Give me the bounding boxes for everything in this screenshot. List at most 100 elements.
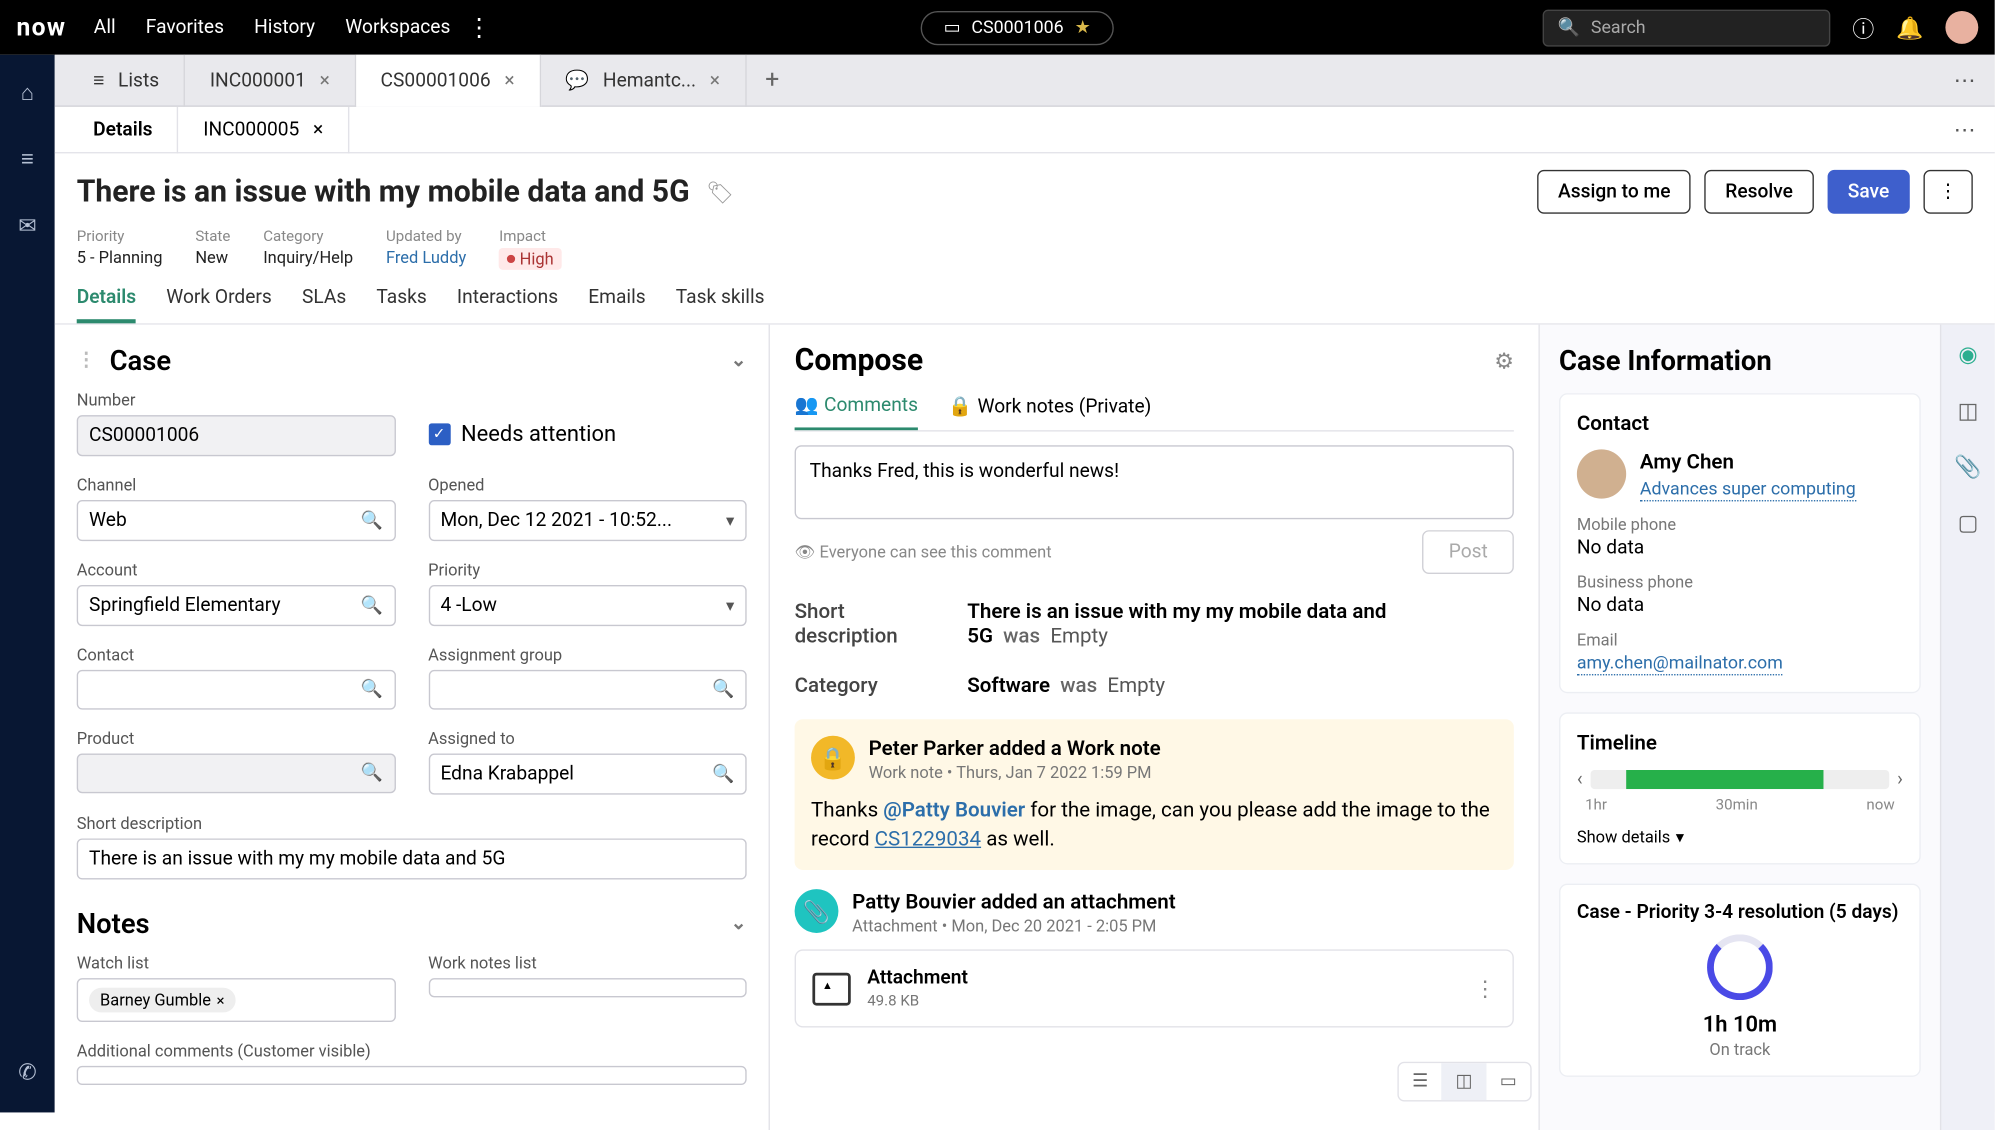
- star-icon[interactable]: ★: [1075, 17, 1091, 38]
- channel-input[interactable]: Web🔍: [77, 500, 396, 541]
- close-icon[interactable]: ×: [504, 69, 514, 91]
- logo[interactable]: now: [16, 13, 66, 42]
- attachment-card[interactable]: Attachment 49.8 KB ⋮: [795, 949, 1514, 1027]
- contact-avatar[interactable]: [1577, 449, 1626, 498]
- resolve-button[interactable]: Resolve: [1705, 170, 1814, 214]
- search-input[interactable]: 🔍 Search: [1543, 9, 1831, 46]
- lookup-icon[interactable]: 🔍: [361, 510, 383, 531]
- record-link[interactable]: CS1229034: [875, 826, 981, 851]
- contact-name[interactable]: Amy Chen: [1640, 449, 1856, 474]
- compose-tab-work-notes[interactable]: 🔒Work notes (Private): [948, 395, 1151, 431]
- contact-input[interactable]: 🔍: [77, 670, 396, 710]
- close-icon[interactable]: ×: [710, 69, 720, 91]
- notes-section-head[interactable]: Notes ⌄: [77, 907, 747, 940]
- show-details-button[interactable]: Show details ▾: [1577, 827, 1903, 846]
- breadcrumb-text: CS0001006: [971, 17, 1063, 38]
- account-input[interactable]: Springfield Elementary🔍: [77, 585, 396, 626]
- mention-link[interactable]: @Patty Bouvier: [883, 797, 1025, 822]
- subtab-label: Details: [93, 119, 152, 141]
- close-icon[interactable]: ×: [313, 119, 323, 141]
- rtab-task-skills[interactable]: Task skills: [676, 286, 765, 323]
- contact-company-link[interactable]: Advances super computing: [1640, 480, 1856, 502]
- panel-icon[interactable]: ◫: [1958, 397, 1979, 423]
- chip-remove-icon[interactable]: ×: [216, 991, 224, 1009]
- record-body: ⋮ Case ⌄ Number CS00001006 ✓ Needs atten…: [55, 325, 1995, 1130]
- subtab-details[interactable]: Details: [69, 106, 179, 153]
- view-split-icon[interactable]: ◫: [1442, 1063, 1486, 1100]
- tab-add-button[interactable]: +: [746, 66, 798, 95]
- tag-icon[interactable]: 🏷: [706, 179, 734, 205]
- chevron-down-icon[interactable]: ▾: [726, 511, 734, 530]
- compose-tab-comments[interactable]: 👥Comments: [795, 395, 918, 431]
- user-avatar[interactable]: [1945, 11, 1978, 44]
- assigned-to-input[interactable]: Edna Krabappel🔍: [428, 754, 747, 795]
- agent-assist-icon[interactable]: ◉: [1958, 341, 1977, 367]
- chevron-down-icon[interactable]: ▾: [726, 596, 734, 615]
- view-list-icon[interactable]: ☰: [1398, 1063, 1441, 1100]
- help-icon[interactable]: ⓘ: [1852, 11, 1874, 44]
- tab-more-icon[interactable]: ⋯: [1934, 67, 1994, 93]
- attachment-icon[interactable]: 📎: [1954, 453, 1981, 479]
- subtab-inc000005[interactable]: INC000005 ×: [179, 106, 350, 153]
- email-link[interactable]: amy.chen@mailnator.com: [1577, 653, 1783, 675]
- work-notes-list-input[interactable]: [428, 978, 747, 997]
- post-button[interactable]: Post: [1423, 530, 1514, 574]
- tab-hemantc[interactable]: 💬 Hemantc... ×: [541, 54, 746, 106]
- subtab-more-icon[interactable]: ⋯: [1934, 116, 1994, 142]
- lookup-icon[interactable]: 🔍: [361, 680, 383, 701]
- priority-input[interactable]: 4 -Low▾: [428, 585, 747, 626]
- breadcrumb-pill[interactable]: ▭ CS0001006 ★: [920, 10, 1114, 44]
- nav-history[interactable]: History: [254, 16, 315, 38]
- top-nav: All Favorites History Workspaces: [94, 16, 451, 38]
- view-full-icon[interactable]: ▭: [1486, 1063, 1530, 1100]
- nav-all[interactable]: All: [94, 16, 116, 38]
- rtab-emails[interactable]: Emails: [588, 286, 645, 323]
- lookup-icon[interactable]: 🔍: [361, 763, 383, 784]
- rtab-work-orders[interactable]: Work Orders: [166, 286, 272, 323]
- product-input[interactable]: 🔍: [77, 754, 396, 794]
- assign-to-me-button[interactable]: Assign to me: [1537, 170, 1691, 214]
- chat-icon: 💬: [565, 69, 589, 91]
- short-description-input[interactable]: There is an issue with my my mobile data…: [77, 838, 747, 879]
- drag-icon[interactable]: ⋮: [77, 349, 96, 371]
- chevron-down-icon[interactable]: ⌄: [731, 349, 747, 371]
- attachment-more-icon[interactable]: ⋮: [1474, 975, 1496, 1001]
- rtab-details[interactable]: Details: [77, 286, 136, 323]
- tab-inc000001[interactable]: INC000001 ×: [185, 54, 356, 106]
- needs-attention-checkbox[interactable]: ✓: [428, 423, 450, 445]
- opened-input[interactable]: Mon, Dec 12 2021 - 10:52...▾: [428, 500, 747, 541]
- assignment-group-input[interactable]: 🔍: [428, 670, 747, 710]
- nav-workspaces[interactable]: Workspaces: [345, 16, 450, 38]
- bell-icon[interactable]: 🔔: [1896, 14, 1923, 40]
- template-icon[interactable]: ▢: [1958, 510, 1979, 536]
- timeline-bar[interactable]: [1591, 770, 1889, 789]
- lookup-icon[interactable]: 🔍: [361, 595, 383, 616]
- home-icon[interactable]: ⌂: [14, 79, 41, 106]
- tab-cs00001006[interactable]: CS00001006 ×: [356, 54, 541, 106]
- nav-more-icon[interactable]: ⋮: [467, 13, 492, 42]
- compose-settings-icon[interactable]: ⚙: [1494, 348, 1514, 374]
- compose-textarea[interactable]: Thanks Fred, this is wonderful news!: [795, 445, 1514, 519]
- timeline-next-icon[interactable]: ›: [1897, 769, 1903, 791]
- number-input[interactable]: CS00001006: [77, 415, 396, 456]
- save-button[interactable]: Save: [1827, 170, 1910, 214]
- record-more-button[interactable]: ⋮: [1923, 170, 1972, 214]
- field-assignment-group: Assignment group 🔍: [428, 645, 747, 709]
- rtab-slas[interactable]: SLAs: [302, 286, 346, 323]
- chevron-down-icon[interactable]: ⌄: [731, 912, 747, 934]
- rtab-interactions[interactable]: Interactions: [457, 286, 558, 323]
- watch-list-input[interactable]: Barney Gumble×: [77, 978, 396, 1022]
- case-section-head[interactable]: ⋮ Case ⌄: [77, 344, 747, 377]
- watch-list-chip[interactable]: Barney Gumble×: [89, 988, 235, 1013]
- inbox-icon[interactable]: ✉: [14, 211, 41, 238]
- timeline-prev-icon[interactable]: ‹: [1577, 769, 1583, 791]
- list-icon[interactable]: ≡: [14, 145, 41, 172]
- additional-comments-input[interactable]: [77, 1066, 747, 1085]
- lookup-icon[interactable]: 🔍: [712, 680, 734, 701]
- tab-lists[interactable]: ≡ Lists: [69, 54, 186, 106]
- rtab-tasks[interactable]: Tasks: [376, 286, 426, 323]
- close-icon[interactable]: ×: [320, 69, 330, 91]
- nav-favorites[interactable]: Favorites: [146, 16, 224, 38]
- lookup-icon[interactable]: 🔍: [712, 764, 734, 785]
- phone-icon[interactable]: ✆: [14, 1058, 41, 1085]
